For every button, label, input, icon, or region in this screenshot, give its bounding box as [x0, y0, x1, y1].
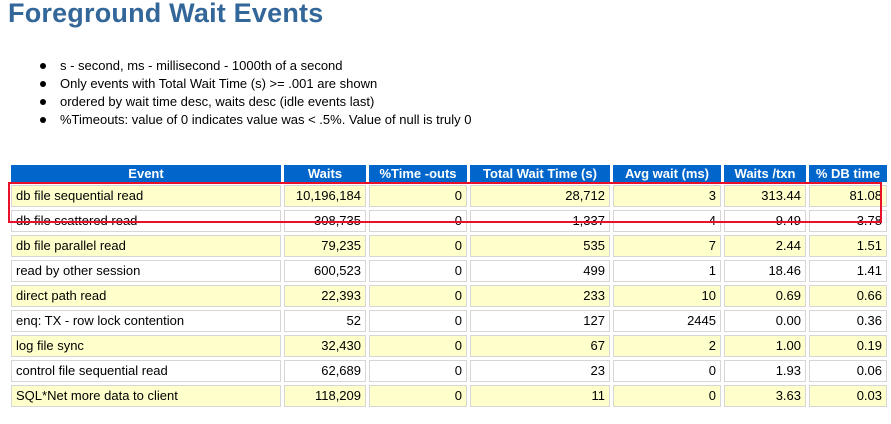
total-wait-time-cell: 233 — [470, 285, 610, 307]
column-header-waits-per-txn: Waits /txn — [724, 165, 806, 182]
avg-wait-cell: 1 — [613, 260, 721, 282]
avg-wait-cell: 0 — [613, 360, 721, 382]
table-row: direct path read 22,393 0 233 10 0.69 0.… — [11, 285, 887, 307]
db-time-cell: 3.78 — [809, 210, 887, 232]
timeouts-cell: 0 — [369, 310, 467, 332]
waits-per-txn-cell: 9.49 — [724, 210, 806, 232]
bullet-icon — [40, 63, 46, 69]
event-cell: direct path read — [11, 285, 281, 307]
table-row: enq: TX - row lock contention 52 0 127 2… — [11, 310, 887, 332]
bullet-icon — [40, 117, 46, 123]
waits-cell: 10,196,184 — [284, 185, 366, 207]
column-header-db-time: % DB time — [809, 165, 887, 182]
wait-events-table: Event Waits %Time -outs Total Wait Time … — [8, 162, 890, 410]
total-wait-time-cell: 23 — [470, 360, 610, 382]
waits-per-txn-cell: 1.93 — [724, 360, 806, 382]
waits-per-txn-cell: 0.69 — [724, 285, 806, 307]
bullet-icon — [40, 99, 46, 105]
waits-per-txn-cell: 2.44 — [724, 235, 806, 257]
column-header-timeouts: %Time -outs — [369, 165, 467, 182]
avg-wait-cell: 2 — [613, 335, 721, 357]
avg-wait-cell: 10 — [613, 285, 721, 307]
timeouts-cell: 0 — [369, 210, 467, 232]
event-cell: log file sync — [11, 335, 281, 357]
table-row: db file sequential read 10,196,184 0 28,… — [11, 185, 887, 207]
total-wait-time-cell: 499 — [470, 260, 610, 282]
total-wait-time-cell: 67 — [470, 335, 610, 357]
avg-wait-cell: 7 — [613, 235, 721, 257]
timeouts-cell: 0 — [369, 360, 467, 382]
column-header-event: Event — [11, 165, 281, 182]
avg-wait-cell: 3 — [613, 185, 721, 207]
waits-cell: 22,393 — [284, 285, 366, 307]
event-cell: db file sequential read — [11, 185, 281, 207]
note-item: %Timeouts: value of 0 indicates value wa… — [38, 111, 472, 129]
table-header-row: Event Waits %Time -outs Total Wait Time … — [11, 165, 887, 182]
note-text: s - second, ms - millisecond - 1000th of… — [60, 58, 343, 73]
waits-per-txn-cell: 3.63 — [724, 385, 806, 407]
event-cell: enq: TX - row lock contention — [11, 310, 281, 332]
event-cell: read by other session — [11, 260, 281, 282]
total-wait-time-cell: 28,712 — [470, 185, 610, 207]
db-time-cell: 0.03 — [809, 385, 887, 407]
note-item: ordered by wait time desc, waits desc (i… — [38, 93, 472, 111]
column-header-total-wait-time: Total Wait Time (s) — [470, 165, 610, 182]
avg-wait-cell: 2445 — [613, 310, 721, 332]
waits-cell: 118,209 — [284, 385, 366, 407]
db-time-cell: 0.19 — [809, 335, 887, 357]
avg-wait-cell: 4 — [613, 210, 721, 232]
table-row: log file sync 32,430 0 67 2 1.00 0.19 — [11, 335, 887, 357]
waits-cell: 62,689 — [284, 360, 366, 382]
table-row: db file parallel read 79,235 0 535 7 2.4… — [11, 235, 887, 257]
timeouts-cell: 0 — [369, 260, 467, 282]
event-cell: db file parallel read — [11, 235, 281, 257]
note-text: ordered by wait time desc, waits desc (i… — [60, 94, 375, 109]
waits-per-txn-cell: 0.00 — [724, 310, 806, 332]
db-time-cell: 81.08 — [809, 185, 887, 207]
avg-wait-cell: 0 — [613, 385, 721, 407]
total-wait-time-cell: 1,337 — [470, 210, 610, 232]
db-time-cell: 0.36 — [809, 310, 887, 332]
table-row: read by other session 600,523 0 499 1 18… — [11, 260, 887, 282]
total-wait-time-cell: 127 — [470, 310, 610, 332]
timeouts-cell: 0 — [369, 335, 467, 357]
note-text: Only events with Total Wait Time (s) >= … — [60, 76, 378, 91]
note-text: %Timeouts: value of 0 indicates value wa… — [60, 112, 472, 127]
total-wait-time-cell: 11 — [470, 385, 610, 407]
table-row: control file sequential read 62,689 0 23… — [11, 360, 887, 382]
timeouts-cell: 0 — [369, 235, 467, 257]
event-cell: control file sequential read — [11, 360, 281, 382]
waits-per-txn-cell: 1.00 — [724, 335, 806, 357]
waits-cell: 600,523 — [284, 260, 366, 282]
waits-cell: 79,235 — [284, 235, 366, 257]
column-header-waits: Waits — [284, 165, 366, 182]
event-cell: SQL*Net more data to client — [11, 385, 281, 407]
waits-per-txn-cell: 313.44 — [724, 185, 806, 207]
column-header-avg-wait: Avg wait (ms) — [613, 165, 721, 182]
waits-cell: 32,430 — [284, 335, 366, 357]
table-row: SQL*Net more data to client 118,209 0 11… — [11, 385, 887, 407]
note-item: s - second, ms - millisecond - 1000th of… — [38, 57, 472, 75]
db-time-cell: 1.41 — [809, 260, 887, 282]
page-title: Foreground Wait Events — [8, 0, 324, 28]
waits-cell: 308,735 — [284, 210, 366, 232]
db-time-cell: 0.66 — [809, 285, 887, 307]
timeouts-cell: 0 — [369, 385, 467, 407]
timeouts-cell: 0 — [369, 185, 467, 207]
total-wait-time-cell: 535 — [470, 235, 610, 257]
bullet-icon — [40, 81, 46, 87]
db-time-cell: 1.51 — [809, 235, 887, 257]
waits-cell: 52 — [284, 310, 366, 332]
waits-per-txn-cell: 18.46 — [724, 260, 806, 282]
event-cell: db file scattered read — [11, 210, 281, 232]
table-row: db file scattered read 308,735 0 1,337 4… — [11, 210, 887, 232]
db-time-cell: 0.06 — [809, 360, 887, 382]
timeouts-cell: 0 — [369, 285, 467, 307]
notes-list: s - second, ms - millisecond - 1000th of… — [38, 57, 472, 129]
note-item: Only events with Total Wait Time (s) >= … — [38, 75, 472, 93]
